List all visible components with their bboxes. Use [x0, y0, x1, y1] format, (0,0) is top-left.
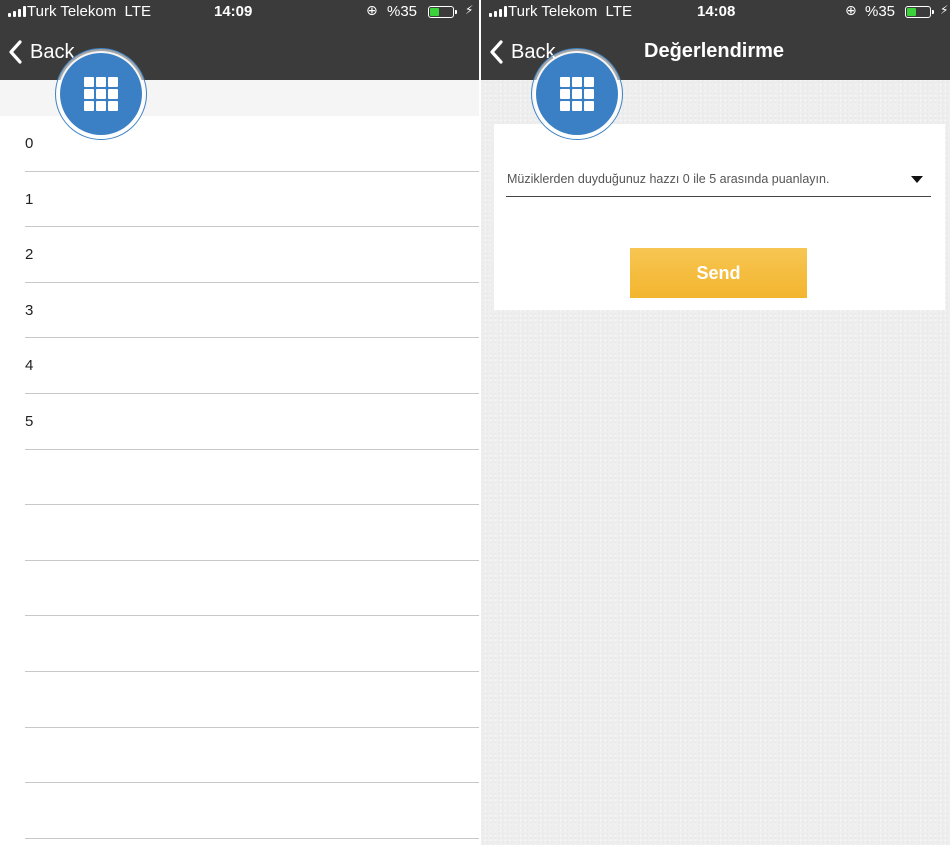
list-item[interactable]: 2	[0, 227, 479, 283]
chevron-left-icon	[9, 40, 22, 64]
send-button[interactable]: Send	[630, 248, 807, 298]
list-item[interactable]: 5	[0, 394, 479, 450]
list-item[interactable]: 3	[0, 283, 479, 339]
list-item[interactable]	[0, 616, 479, 672]
grid-menu-icon	[84, 77, 118, 111]
orientation-lock-icon: ⊕	[845, 2, 857, 18]
page-title: Değerlendirme	[644, 40, 785, 62]
battery-percentage: %35	[865, 3, 896, 20]
list-item[interactable]	[0, 728, 479, 784]
back-button[interactable]: Back	[6, 38, 74, 66]
list-item-label: 4	[25, 357, 34, 375]
rating-options-list: 0 1 2 3 4 5	[0, 116, 479, 839]
rating-question-select[interactable]: Müziklerden duyduğunuz hazzı 0 ile 5 ara…	[506, 164, 931, 197]
carrier-label: Turk Telekom LTE	[27, 3, 151, 20]
carrier-label: Turk Telekom LTE	[508, 3, 632, 20]
signal-strength-icon	[8, 6, 26, 17]
list-item[interactable]: 4	[0, 338, 479, 394]
status-bar: Turk Telekom LTE 14:09 ⊕ %35 ⚡	[0, 0, 479, 24]
status-bar: Turk Telekom LTE 14:08 ⊕ %35 ⚡	[481, 0, 950, 24]
signal-strength-icon	[489, 6, 507, 17]
right-phone-screen: Turk Telekom LTE 14:08 ⊕ %35 ⚡ Back Değe…	[481, 0, 950, 845]
list-item-label: 3	[25, 301, 34, 319]
status-time: 14:08	[697, 3, 736, 20]
rating-form-card: Müziklerden duyduğunuz hazzı 0 ile 5 ara…	[494, 124, 945, 310]
status-time: 14:09	[214, 3, 253, 20]
select-value: Müziklerden duyduğunuz hazzı 0 ile 5 ara…	[507, 172, 830, 186]
lightning-icon: ⚡	[940, 3, 949, 17]
list-item[interactable]	[0, 450, 479, 506]
battery-icon	[905, 6, 934, 18]
battery-percentage: %35	[387, 3, 418, 20]
row-separator	[25, 837, 479, 839]
list-item[interactable]: 1	[0, 172, 479, 228]
list-item-label: 1	[25, 190, 34, 208]
caret-down-icon	[911, 176, 923, 183]
network-type: LTE	[124, 3, 151, 20]
left-phone-screen: Turk Telekom LTE 14:09 ⊕ %35 ⚡ Back 0 1 2 3…	[0, 0, 479, 845]
network-type: LTE	[605, 3, 632, 20]
floating-menu-button[interactable]	[55, 48, 147, 140]
orientation-lock-icon: ⊕	[366, 2, 378, 18]
grid-menu-icon	[560, 77, 594, 111]
list-item-label: 2	[25, 246, 34, 264]
floating-menu-button[interactable]	[531, 48, 623, 140]
lightning-icon: ⚡	[465, 3, 474, 17]
back-label: Back	[30, 40, 75, 63]
list-item[interactable]	[0, 505, 479, 561]
battery-icon	[428, 6, 457, 18]
list-item[interactable]	[0, 561, 479, 617]
list-item-label: 0	[25, 135, 34, 152]
list-item[interactable]	[0, 672, 479, 728]
list-item-label: 5	[25, 412, 34, 430]
chevron-left-icon	[490, 40, 503, 64]
list-item[interactable]	[0, 783, 479, 839]
